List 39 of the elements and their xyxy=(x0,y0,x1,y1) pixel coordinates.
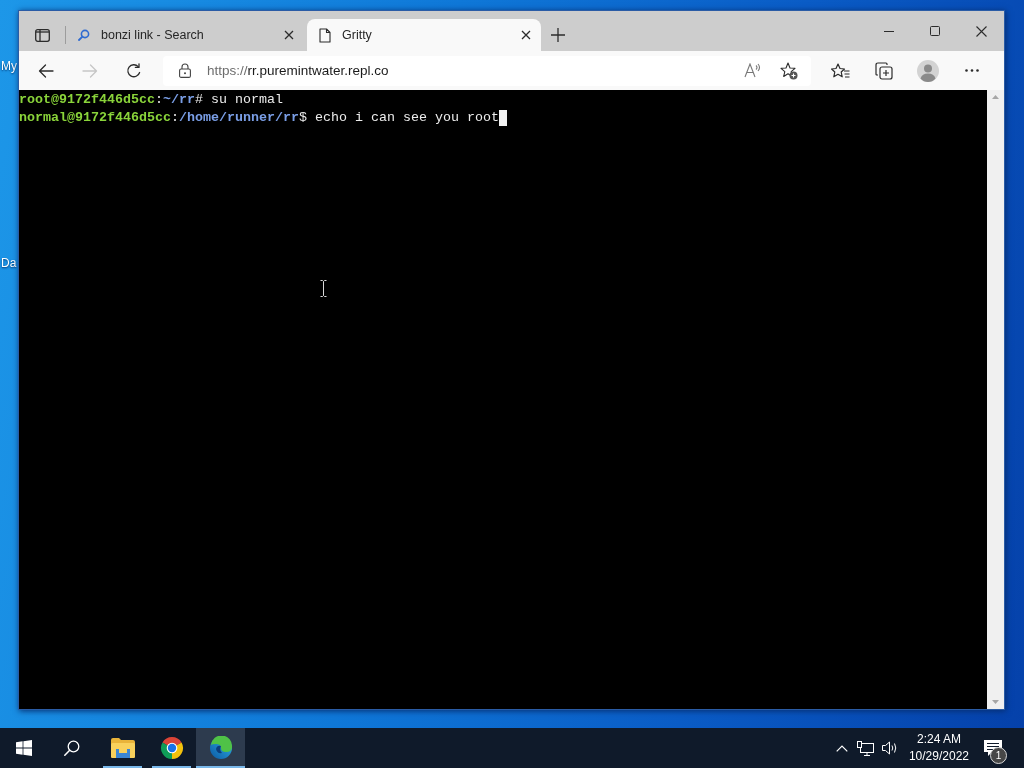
folder-icon xyxy=(110,738,135,758)
search-icon xyxy=(78,29,90,41)
edge-button[interactable] xyxy=(196,728,245,768)
tab-actions-icon xyxy=(34,28,50,42)
minimize-icon xyxy=(884,30,894,32)
maximize-icon xyxy=(930,26,940,36)
close-icon xyxy=(521,30,531,40)
edge-icon xyxy=(208,736,233,760)
text-cursor-icon xyxy=(320,280,327,297)
notifications-button[interactable]: 1 xyxy=(973,728,1013,768)
chrome-icon xyxy=(159,736,184,760)
clock[interactable]: 2:24 AM 10/29/2022 xyxy=(904,728,973,768)
lock-icon xyxy=(179,63,191,78)
arrow-left-icon xyxy=(38,63,54,78)
address-bar[interactable]: https://rr.puremintwater.repl.co xyxy=(163,55,811,86)
star-list-icon xyxy=(830,62,850,79)
refresh-icon xyxy=(126,62,142,79)
terminal[interactable]: root@9172f446d5cc:~/rr# su normal normal@9172f446d5cc:/home/runner/rr$ echo i can see you root xyxy=(19,90,1004,709)
terminal-line: normal@9172f446d5cc:/home/runner/rr$ echo i can see you root xyxy=(19,109,499,127)
monitor-icon xyxy=(857,740,875,756)
search-icon xyxy=(64,740,80,756)
close-icon xyxy=(284,30,294,40)
browser-tab[interactable]: Gritty xyxy=(307,19,541,51)
windows-logo-icon xyxy=(16,740,32,756)
star-plus-icon xyxy=(780,61,798,80)
close-icon xyxy=(975,25,987,37)
collections-icon xyxy=(875,61,893,80)
terminal-line: root@9172f446d5cc:~/rr# su normal xyxy=(19,91,283,109)
browser-tab[interactable]: bonzi link - Search xyxy=(70,19,304,51)
notification-badge: 1 xyxy=(990,747,1007,764)
arrow-right-icon xyxy=(82,63,98,78)
read-aloud-icon xyxy=(744,63,762,78)
avatar-icon xyxy=(917,59,939,82)
speaker-icon xyxy=(881,741,898,755)
url-text: https://rr.puremintwater.repl.co xyxy=(207,63,390,78)
more-icon xyxy=(965,69,979,72)
document-icon xyxy=(319,27,331,43)
chevron-up-icon xyxy=(835,744,848,752)
plus-icon xyxy=(551,28,565,42)
